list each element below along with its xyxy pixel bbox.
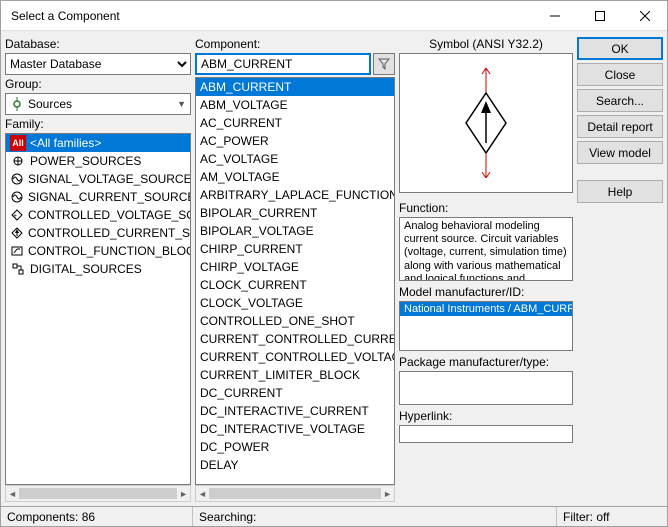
component-item[interactable]: CURRENT_LIMITER_BLOCK (196, 366, 394, 384)
function-label: Function: (399, 201, 573, 215)
select-component-dialog: Select a Component Database: Master Data… (0, 0, 668, 527)
titlebar: Select a Component (1, 1, 667, 31)
component-item[interactable]: CLOCK_CURRENT (196, 276, 394, 294)
dialog-body: Database: Master Database Group: Sources… (1, 31, 667, 506)
component-hscrollbar[interactable]: ◄► (195, 485, 395, 502)
family-item[interactable]: POWER_SOURCES (6, 152, 190, 170)
symbol-preview (399, 53, 573, 193)
view-model-button[interactable]: View model (577, 141, 663, 164)
model-mfr-item[interactable]: National Instruments / ABM_CURRENT (400, 302, 572, 316)
ok-button[interactable]: OK (577, 37, 663, 60)
middle-column: Component: ABM_CURRENTABM_VOLTAGEAC_CURR… (195, 35, 395, 502)
maximize-button[interactable] (577, 1, 622, 30)
component-item[interactable]: CHIRP_CURRENT (196, 240, 394, 258)
search-button[interactable]: Search... (577, 89, 663, 112)
sources-icon (10, 97, 24, 111)
component-item[interactable]: ARBITRARY_LAPLACE_FUNCTION (196, 186, 394, 204)
status-bar: Components: 86 Searching: Filter: off (1, 506, 667, 526)
family-item-label: DIGITAL_SOURCES (30, 261, 142, 277)
right-column: Symbol (ANSI Y32.2) Function: Analog beh… (399, 35, 663, 502)
symbol-label: Symbol (ANSI Y32.2) (399, 37, 573, 51)
chevron-down-icon: ▼ (177, 99, 186, 109)
group-selected-text: Sources (28, 97, 173, 111)
component-item[interactable]: AC_POWER (196, 132, 394, 150)
group-select[interactable]: Sources ▼ (5, 93, 191, 115)
model-mfr-listbox[interactable]: National Instruments / ABM_CURRENT (399, 301, 573, 351)
component-item[interactable]: DC_INTERACTIVE_VOLTAGE (196, 420, 394, 438)
family-item[interactable]: CONTROL_FUNCTION_BLOCKS (6, 242, 190, 260)
component-item[interactable]: CURRENT_CONTROLLED_VOLTAGE_SOURCE (196, 348, 394, 366)
status-searching: Searching: (193, 507, 557, 526)
cvs-icon: + (10, 208, 24, 222)
hyperlink-field[interactable] (399, 425, 573, 443)
family-label: Family: (5, 117, 191, 131)
cfb-icon (10, 244, 24, 258)
component-item[interactable]: CONTROLLED_ONE_SHOT (196, 312, 394, 330)
all-icon: All (10, 136, 26, 150)
component-listbox[interactable]: ABM_CURRENTABM_VOLTAGEAC_CURRENTAC_POWER… (195, 77, 395, 485)
status-filter: Filter: off (557, 507, 667, 526)
family-item-label: CONTROL_FUNCTION_BLOCKS (28, 243, 191, 259)
component-item[interactable]: DELAY (196, 456, 394, 474)
component-item[interactable]: ABM_CURRENT (196, 78, 394, 96)
info-column: Symbol (ANSI Y32.2) Function: Analog beh… (399, 35, 573, 502)
ccs-icon (10, 226, 24, 240)
current-source-symbol (456, 68, 516, 178)
component-item[interactable]: DC_CURRENT (196, 384, 394, 402)
function-description[interactable]: Analog behavioral modeling current sourc… (399, 217, 573, 281)
family-item-label: CONTROLLED_CURRENT_SOURCES (28, 225, 191, 241)
family-item-label: <All families> (30, 135, 101, 151)
power-icon (10, 154, 26, 168)
component-item[interactable]: BIPOLAR_CURRENT (196, 204, 394, 222)
database-select[interactable]: Master Database (5, 53, 191, 75)
component-search-input[interactable] (195, 53, 371, 75)
family-item[interactable]: SIGNAL_VOLTAGE_SOURCES (6, 170, 190, 188)
component-item[interactable]: BIPOLAR_VOLTAGE (196, 222, 394, 240)
window-title: Select a Component (1, 9, 120, 23)
family-item[interactable]: SIGNAL_CURRENT_SOURCES (6, 188, 190, 206)
component-item[interactable]: CURRENT_CONTROLLED_CURRENT_SOURCE (196, 330, 394, 348)
component-item[interactable]: CHIRP_VOLTAGE (196, 258, 394, 276)
family-item-label: SIGNAL_CURRENT_SOURCES (28, 189, 191, 205)
component-item[interactable]: CLOCK_VOLTAGE (196, 294, 394, 312)
window-controls (532, 1, 667, 30)
dig-icon (10, 262, 26, 276)
filter-button[interactable] (373, 53, 395, 75)
group-label: Group: (5, 77, 191, 91)
help-button[interactable]: Help (577, 180, 663, 203)
button-column: OK Close Search... Detail report View mo… (577, 35, 663, 502)
status-component-count: Components: 86 (1, 507, 193, 526)
component-label: Component: (195, 37, 395, 51)
close-window-button[interactable] (622, 1, 667, 30)
family-item[interactable]: CONTROLLED_CURRENT_SOURCES (6, 224, 190, 242)
detail-report-button[interactable]: Detail report (577, 115, 663, 138)
component-item[interactable]: ABM_VOLTAGE (196, 96, 394, 114)
package-mfr-label: Package manufacturer/type: (399, 355, 573, 369)
funnel-icon (378, 58, 390, 70)
package-mfr-listbox[interactable] (399, 371, 573, 405)
close-button[interactable]: Close (577, 63, 663, 86)
svs-icon (10, 172, 24, 186)
model-mfr-label: Model manufacturer/ID: (399, 285, 573, 299)
family-item-label: SIGNAL_VOLTAGE_SOURCES (28, 171, 191, 187)
scs-icon (10, 190, 24, 204)
family-item[interactable]: + CONTROLLED_VOLTAGE_SOURCES (6, 206, 190, 224)
family-item-label: POWER_SOURCES (30, 153, 141, 169)
database-label: Database: (5, 37, 191, 51)
left-column: Database: Master Database Group: Sources… (5, 35, 191, 502)
component-item[interactable]: AC_CURRENT (196, 114, 394, 132)
component-item[interactable]: AC_VOLTAGE (196, 150, 394, 168)
minimize-button[interactable] (532, 1, 577, 30)
component-item[interactable]: AM_VOLTAGE (196, 168, 394, 186)
family-item-label: CONTROLLED_VOLTAGE_SOURCES (28, 207, 191, 223)
family-listbox[interactable]: All <All families> POWER_SOURCES SIGNAL_VOL… (5, 133, 191, 485)
component-item[interactable]: DC_POWER (196, 438, 394, 456)
family-hscrollbar[interactable]: ◄► (5, 485, 191, 502)
svg-text:+: + (13, 213, 17, 220)
component-item[interactable]: DC_INTERACTIVE_CURRENT (196, 402, 394, 420)
hyperlink-label: Hyperlink: (399, 409, 573, 423)
family-item[interactable]: All <All families> (6, 134, 190, 152)
family-item[interactable]: DIGITAL_SOURCES (6, 260, 190, 278)
